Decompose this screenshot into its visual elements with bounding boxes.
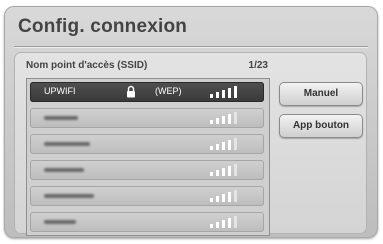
wifi-signal-icon (210, 190, 246, 202)
ssid-label-obscured (44, 194, 94, 198)
ssid-label-obscured (44, 168, 84, 172)
dialog-title: Config. connexion (18, 16, 188, 37)
ssid-label-obscured (44, 116, 78, 120)
access-point-row[interactable] (30, 212, 264, 232)
ssid-column-label: Nom point d'accès (SSID) (26, 60, 148, 71)
title-divider (14, 46, 368, 48)
wifi-signal-icon (210, 138, 246, 150)
access-point-row[interactable] (30, 186, 264, 206)
access-point-list[interactable]: UPWIFI (WEP) (26, 78, 270, 236)
wifi-signal-icon (210, 86, 246, 98)
lock-icon (127, 85, 135, 98)
wifi-signal-icon (210, 112, 246, 124)
wifi-signal-icon (210, 164, 246, 176)
manual-button[interactable]: Manuel (279, 82, 363, 106)
security-type-label: (WEP) (155, 86, 182, 96)
list-header: Nom point d'accès (SSID) 1/23 (26, 60, 268, 74)
app-button-button[interactable]: App bouton (279, 114, 363, 138)
access-point-row[interactable] (30, 134, 264, 154)
ssid-label-obscured (44, 142, 90, 146)
page-counter: 1/23 (248, 60, 268, 71)
access-point-row-selected[interactable]: UPWIFI (WEP) (30, 82, 264, 102)
access-point-row[interactable] (30, 108, 264, 128)
ssid-label: UPWIFI (44, 86, 76, 96)
settings-dialog: Config. connexion Nom point d'accès (SSI… (4, 6, 378, 238)
wifi-signal-icon (210, 216, 246, 228)
ssid-label-obscured (44, 220, 76, 224)
access-point-row[interactable] (30, 160, 264, 180)
